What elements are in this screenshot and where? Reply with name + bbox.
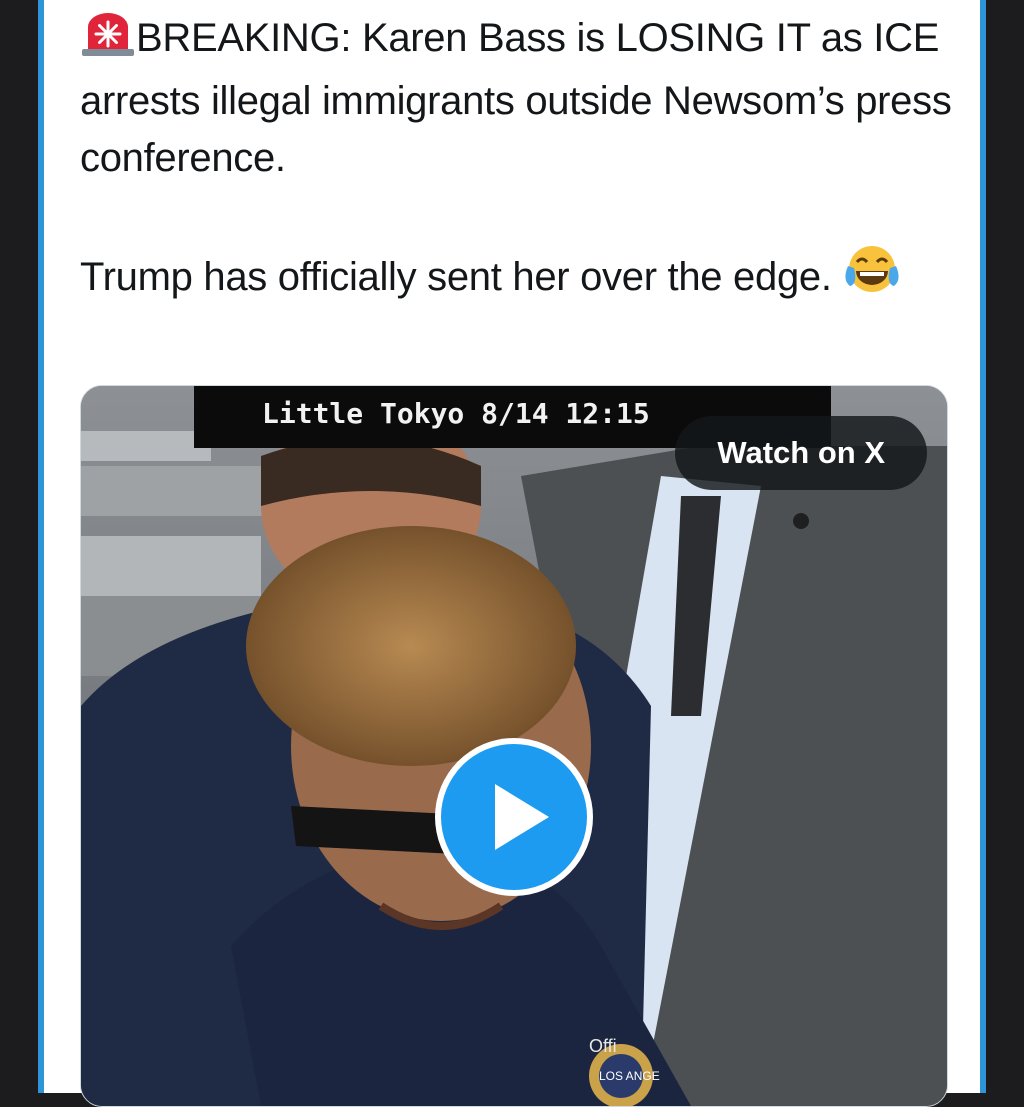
tweet-line-2: Trump has officially sent her over the e… (80, 255, 832, 299)
tears-of-joy-icon (842, 244, 902, 312)
video-thumbnail[interactable]: Offi LOS ANGE Little Tokyo 8/14 12:15 Wa… (80, 385, 948, 1107)
play-button[interactable] (435, 738, 593, 896)
badge-text-top: Offi (589, 1036, 617, 1056)
play-button-fill (441, 744, 587, 890)
tweet-paragraph-2: Trump has officially sent her over the e… (80, 244, 960, 312)
tweet-text: BREAKING: Karen Bass is LOSING IT as ICE… (80, 10, 960, 312)
siren-icon (80, 13, 136, 73)
tweet-paragraph-1: BREAKING: Karen Bass is LOSING IT as ICE… (80, 10, 960, 187)
embedded-tweet-card: BREAKING: Karen Bass is LOSING IT as ICE… (44, 0, 980, 1107)
watch-on-x-button[interactable]: Watch on X (675, 416, 927, 490)
play-icon (495, 784, 549, 850)
badge-text-seal: LOS ANGE (599, 1069, 660, 1083)
tweet-line-1: BREAKING: Karen Bass is LOSING IT as ICE… (80, 16, 952, 180)
